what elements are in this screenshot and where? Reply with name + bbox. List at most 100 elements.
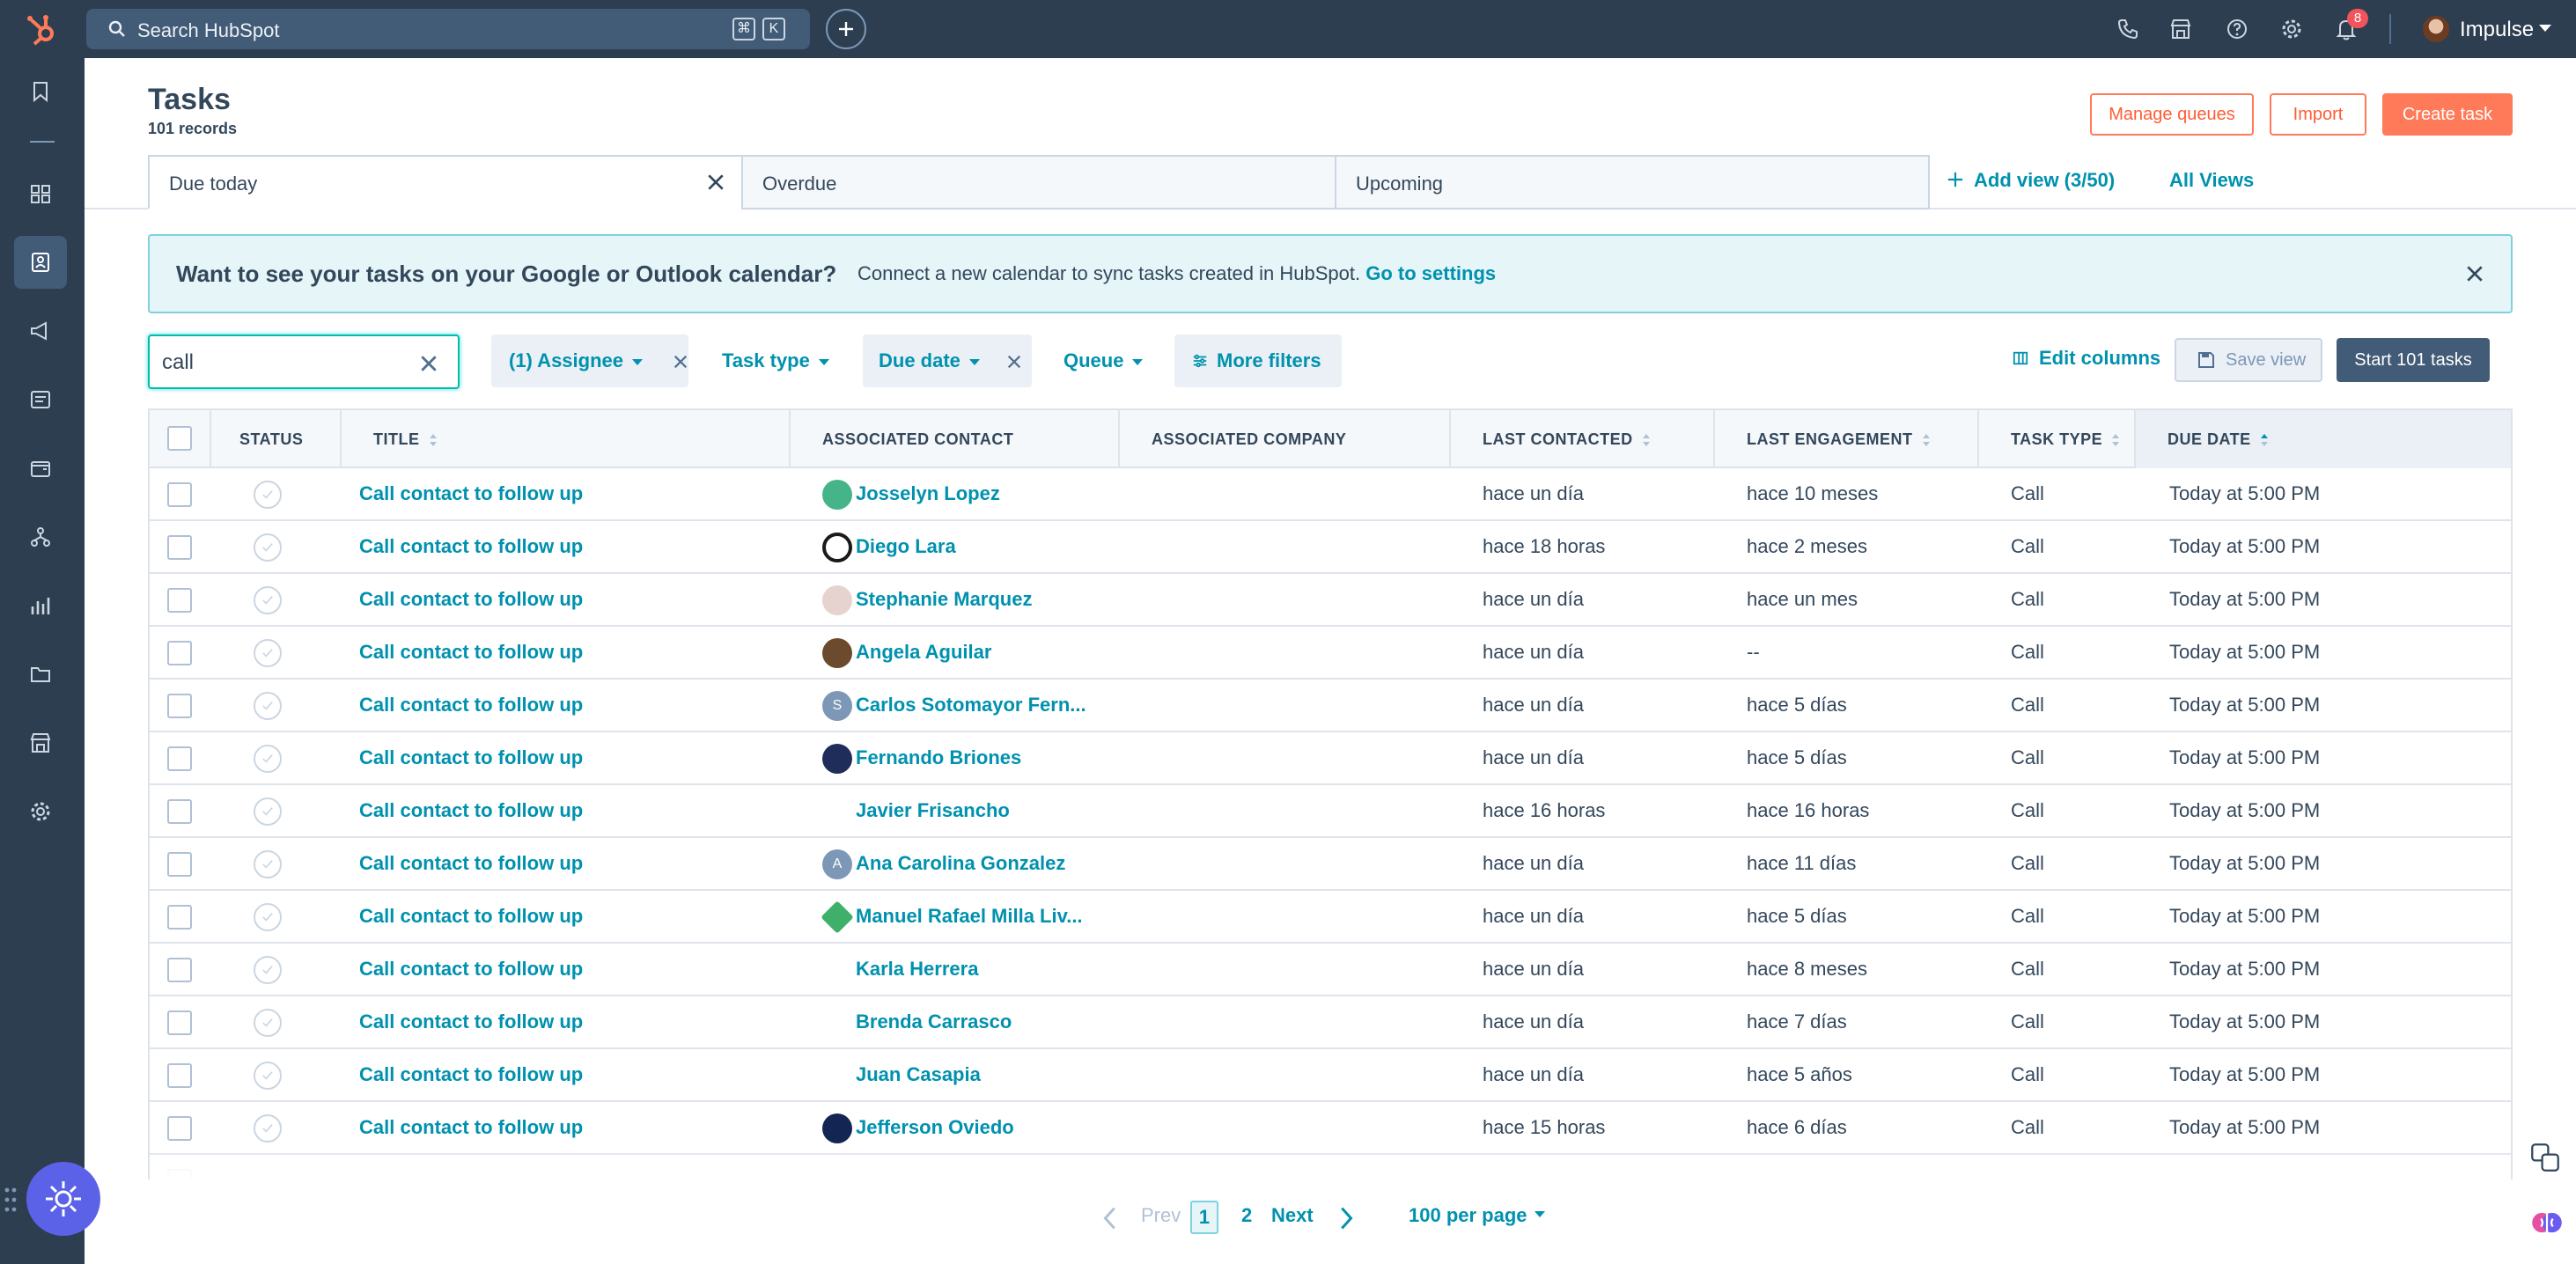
header-associated-contact[interactable]: ASSOCIATED CONTACT — [791, 410, 1120, 468]
task-title-link[interactable]: Call contact to follow up — [359, 1010, 583, 1033]
header-last-contacted[interactable]: LAST CONTACTED — [1451, 410, 1715, 468]
nav-content[interactable] — [14, 373, 67, 426]
select-all-checkbox[interactable] — [167, 426, 192, 451]
nav-reporting[interactable] — [14, 579, 67, 632]
global-search-bar[interactable]: Search HubSpot ⌘ K — [86, 9, 810, 49]
task-title-link[interactable]: Call contact to follow up — [359, 746, 583, 769]
due-date-filter[interactable]: Due date — [863, 334, 1032, 387]
task-type-filter[interactable]: Task type — [722, 334, 829, 387]
remove-filter-icon[interactable] — [673, 354, 688, 370]
complete-task-toggle[interactable] — [254, 692, 282, 720]
tab-upcoming[interactable]: Upcoming — [1335, 155, 1930, 209]
header-status[interactable]: STATUS — [211, 410, 342, 468]
start-tasks-button[interactable]: Start 101 tasks — [2337, 338, 2490, 382]
header-last-engagement[interactable]: LAST ENGAGEMENT — [1715, 410, 1979, 468]
per-page-select[interactable]: 100 per page — [1409, 1204, 1545, 1227]
task-search-input[interactable]: call — [148, 334, 460, 389]
close-tab-icon[interactable] — [706, 173, 725, 192]
row-checkbox[interactable] — [167, 958, 192, 982]
manage-queues-button[interactable]: Manage queues — [2090, 93, 2254, 136]
complete-task-toggle[interactable] — [254, 586, 282, 614]
associated-contact-link[interactable]: Josselyn Lopez — [856, 482, 1137, 505]
import-button[interactable]: Import — [2270, 93, 2366, 136]
save-view-button[interactable]: Save view — [2175, 338, 2322, 382]
tab-due-today[interactable]: Due today — [148, 155, 743, 209]
marketplace-icon[interactable] — [2169, 18, 2192, 40]
complete-task-toggle[interactable] — [254, 1009, 282, 1037]
associated-contact-link[interactable]: Manuel Rafael Milla Liv... — [856, 905, 1137, 928]
tab-overdue[interactable]: Overdue — [741, 155, 1336, 209]
close-banner-icon[interactable] — [2465, 264, 2484, 283]
complete-task-toggle[interactable] — [254, 1062, 282, 1090]
phone-icon[interactable] — [2116, 18, 2139, 40]
task-title-link[interactable]: Call contact to follow up — [359, 799, 583, 822]
associated-contact-link[interactable]: Jefferson Oviedo — [856, 1116, 1137, 1139]
help-icon[interactable] — [2226, 18, 2248, 40]
row-checkbox[interactable] — [167, 588, 192, 613]
row-checkbox[interactable] — [167, 852, 192, 877]
nav-settings[interactable] — [14, 785, 67, 838]
complete-task-toggle[interactable] — [254, 903, 282, 931]
next-page-button[interactable]: Next — [1271, 1204, 1314, 1227]
nav-library[interactable] — [14, 648, 67, 701]
task-title-link[interactable]: Call contact to follow up — [359, 852, 583, 875]
create-task-button[interactable]: Create task — [2382, 93, 2513, 136]
page-1-button[interactable]: 1 — [1190, 1201, 1218, 1234]
nav-automation[interactable] — [14, 511, 67, 563]
settings-gear-icon[interactable] — [2280, 18, 2303, 40]
page-2-button[interactable]: 2 — [1241, 1204, 1252, 1227]
prev-page-button[interactable]: Prev — [1141, 1204, 1181, 1227]
more-filters-button[interactable]: More filters — [1174, 334, 1342, 387]
complete-task-toggle[interactable] — [254, 956, 282, 984]
ai-brain-icon[interactable] — [2530, 1206, 2564, 1239]
row-checkbox[interactable] — [167, 641, 192, 665]
task-title-link[interactable]: Call contact to follow up — [359, 905, 583, 928]
task-title-link[interactable]: Call contact to follow up — [359, 588, 583, 611]
nav-bookmarks[interactable] — [14, 65, 67, 118]
complete-task-toggle[interactable] — [254, 850, 282, 878]
associated-contact-link[interactable]: Diego Lara — [856, 535, 1137, 558]
associated-contact-link[interactable]: Stephanie Marquez — [856, 588, 1137, 611]
header-title[interactable]: TITLE — [342, 410, 791, 468]
task-title-link[interactable]: Call contact to follow up — [359, 694, 583, 717]
nav-marketing[interactable] — [14, 305, 67, 357]
header-due-date[interactable]: DUE DATE — [2136, 410, 2511, 468]
complete-task-toggle[interactable] — [254, 1114, 282, 1143]
header-associated-company[interactable]: ASSOCIATED COMPANY — [1120, 410, 1451, 468]
complete-task-toggle[interactable] — [254, 533, 282, 562]
row-checkbox[interactable] — [167, 905, 192, 930]
complete-task-toggle[interactable] — [254, 481, 282, 509]
associated-contact-link[interactable]: Juan Casapia — [856, 1063, 1137, 1086]
associated-contact-link[interactable]: Ana Carolina Gonzalez — [856, 852, 1137, 875]
nav-workspaces[interactable] — [14, 167, 67, 220]
row-checkbox[interactable] — [167, 1063, 192, 1088]
associated-contact-link[interactable]: Karla Herrera — [856, 958, 1137, 981]
drag-handle-icon[interactable] — [4, 1187, 18, 1213]
row-checkbox[interactable] — [167, 799, 192, 824]
row-checkbox[interactable] — [167, 746, 192, 771]
row-checkbox[interactable] — [167, 1010, 192, 1035]
nav-marketplace[interactable] — [14, 717, 67, 769]
row-checkbox[interactable] — [167, 1116, 192, 1141]
task-title-link[interactable]: Call contact to follow up — [359, 535, 583, 558]
quick-create-button[interactable] — [826, 9, 866, 49]
associated-contact-link[interactable]: Javier Frisancho — [856, 799, 1137, 822]
nav-crm[interactable] — [14, 236, 67, 289]
hubspot-logo-icon[interactable] — [23, 11, 62, 49]
task-title-link[interactable]: Call contact to follow up — [359, 482, 583, 505]
associated-contact-link[interactable]: Carlos Sotomayor Fern... — [856, 694, 1137, 717]
associated-contact-link[interactable]: Fernando Briones — [856, 746, 1137, 769]
assistant-launcher-button[interactable] — [26, 1162, 100, 1236]
assignee-filter[interactable]: (1) Assignee — [491, 334, 688, 387]
clear-search-icon[interactable] — [419, 354, 438, 373]
task-title-link[interactable]: Call contact to follow up — [359, 1116, 583, 1139]
chevron-right-icon[interactable] — [1340, 1206, 1354, 1231]
nav-commerce[interactable] — [14, 442, 67, 495]
go-to-settings-link[interactable]: Go to settings — [1365, 262, 1496, 284]
edit-columns-button[interactable]: Edit columns — [2013, 347, 2160, 370]
row-checkbox[interactable] — [167, 694, 192, 718]
task-title-link[interactable]: Call contact to follow up — [359, 1063, 583, 1086]
complete-task-toggle[interactable] — [254, 797, 282, 826]
row-checkbox[interactable] — [167, 482, 192, 507]
remove-filter-icon[interactable] — [1006, 354, 1022, 370]
